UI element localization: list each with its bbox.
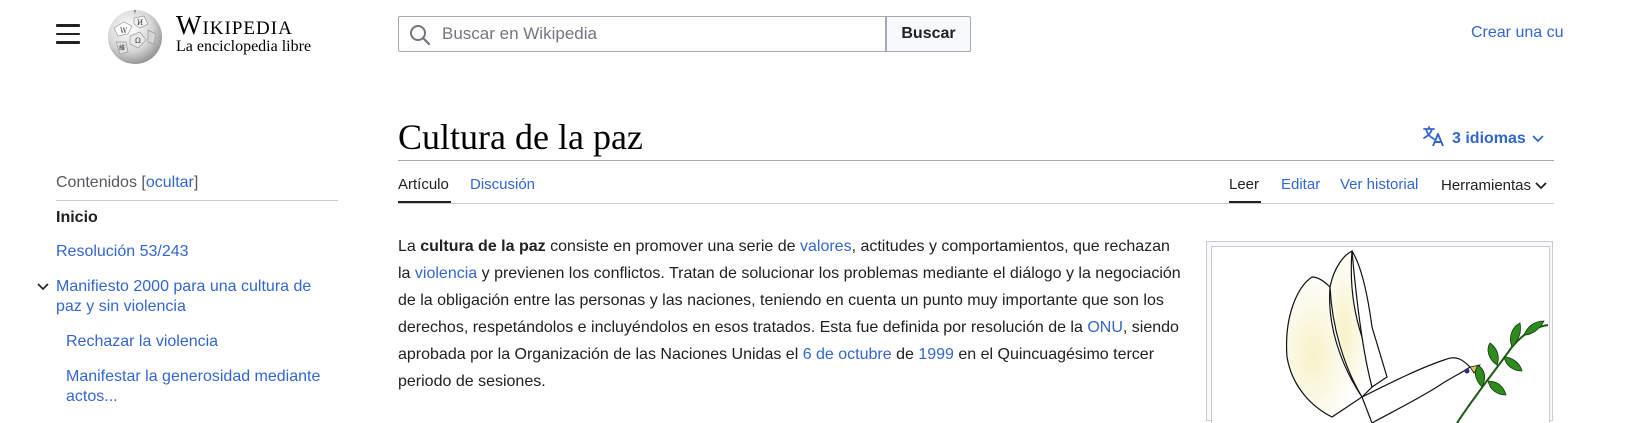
- tab-discussion[interactable]: Discusión: [470, 176, 535, 193]
- article-intro-paragraph: La cultura de la paz consiste en promove…: [398, 233, 1183, 395]
- chevron-down-icon: [1532, 130, 1544, 148]
- body-text: consiste en promover una serie de: [545, 238, 800, 255]
- create-account-link[interactable]: Crear una cu: [1471, 24, 1564, 42]
- tab-history[interactable]: Ver historial: [1340, 176, 1418, 193]
- body-bold-term: cultura de la paz: [420, 238, 546, 255]
- toc-item-manifestar[interactable]: Manifestar la generosidad mediante actos…: [66, 367, 346, 407]
- svg-text:W: W: [120, 27, 128, 35]
- title-divider: [398, 160, 1554, 161]
- toc-title: Contenidos: [56, 174, 137, 191]
- toc-item-manifiesto[interactable]: Manifiesto 2000 para una cultura de paz …: [56, 277, 338, 317]
- hamburger-icon-bar: [56, 24, 80, 27]
- search-box: [398, 16, 886, 52]
- main-menu-button[interactable]: [56, 24, 80, 46]
- chevron-down-icon[interactable]: [36, 280, 50, 298]
- tab-article[interactable]: Artículo: [398, 176, 449, 193]
- peace-dove-image[interactable]: [1211, 246, 1550, 423]
- toc-divider: [56, 200, 338, 201]
- wikipedia-wordmark[interactable]: Wikipedia: [176, 10, 293, 40]
- body-text: y previenen los conflictos. Tratan de so…: [398, 265, 1181, 336]
- body-text: de: [891, 346, 919, 363]
- toc-heading: Contenidos [ocultar]: [56, 174, 199, 191]
- body-text: La: [398, 238, 421, 255]
- search-input[interactable]: [442, 17, 882, 51]
- chevron-down-icon: [1535, 177, 1547, 194]
- svg-text:Ω: Ω: [135, 37, 141, 45]
- svg-text:И: И: [137, 19, 143, 27]
- link-year[interactable]: 1999: [918, 346, 954, 363]
- translate-icon: [1422, 125, 1446, 152]
- language-count: 3 idiomas: [1452, 129, 1526, 147]
- link-valores[interactable]: valores: [800, 238, 852, 255]
- tools-menu[interactable]: Herramientas: [1441, 177, 1547, 194]
- toc-item-rechazar[interactable]: Rechazar la violencia: [66, 332, 218, 352]
- link-violencia[interactable]: violencia: [415, 265, 477, 282]
- infobox: [1206, 241, 1553, 423]
- tab-edit[interactable]: Editar: [1281, 176, 1320, 193]
- tab-read[interactable]: Leer: [1229, 176, 1259, 193]
- tools-label: Herramientas: [1441, 177, 1532, 194]
- wordmark-text: Wikipedia: [176, 10, 293, 40]
- wikipedia-tagline: La enciclopedia libre: [176, 38, 312, 55]
- page-title: Cultura de la paz: [398, 117, 643, 157]
- toc-item-resolucion[interactable]: Resolución 53/243: [56, 242, 189, 262]
- toc-toggle-link[interactable]: ocultar: [146, 174, 194, 191]
- link-date[interactable]: 6 de octubre: [803, 346, 892, 363]
- search-button[interactable]: Buscar: [886, 16, 971, 52]
- hamburger-icon-bar: [56, 32, 80, 35]
- language-button[interactable]: 3 idiomas: [1422, 125, 1544, 152]
- toc-item-inicio[interactable]: Inicio: [56, 208, 98, 228]
- wikipedia-globe-icon[interactable]: W И Ω 維: [104, 6, 166, 66]
- tabs-divider: [398, 203, 1554, 204]
- search-icon: [409, 24, 431, 46]
- svg-text:維: 維: [119, 44, 125, 52]
- link-onu[interactable]: ONU: [1087, 319, 1123, 336]
- hamburger-icon-bar: [56, 41, 80, 44]
